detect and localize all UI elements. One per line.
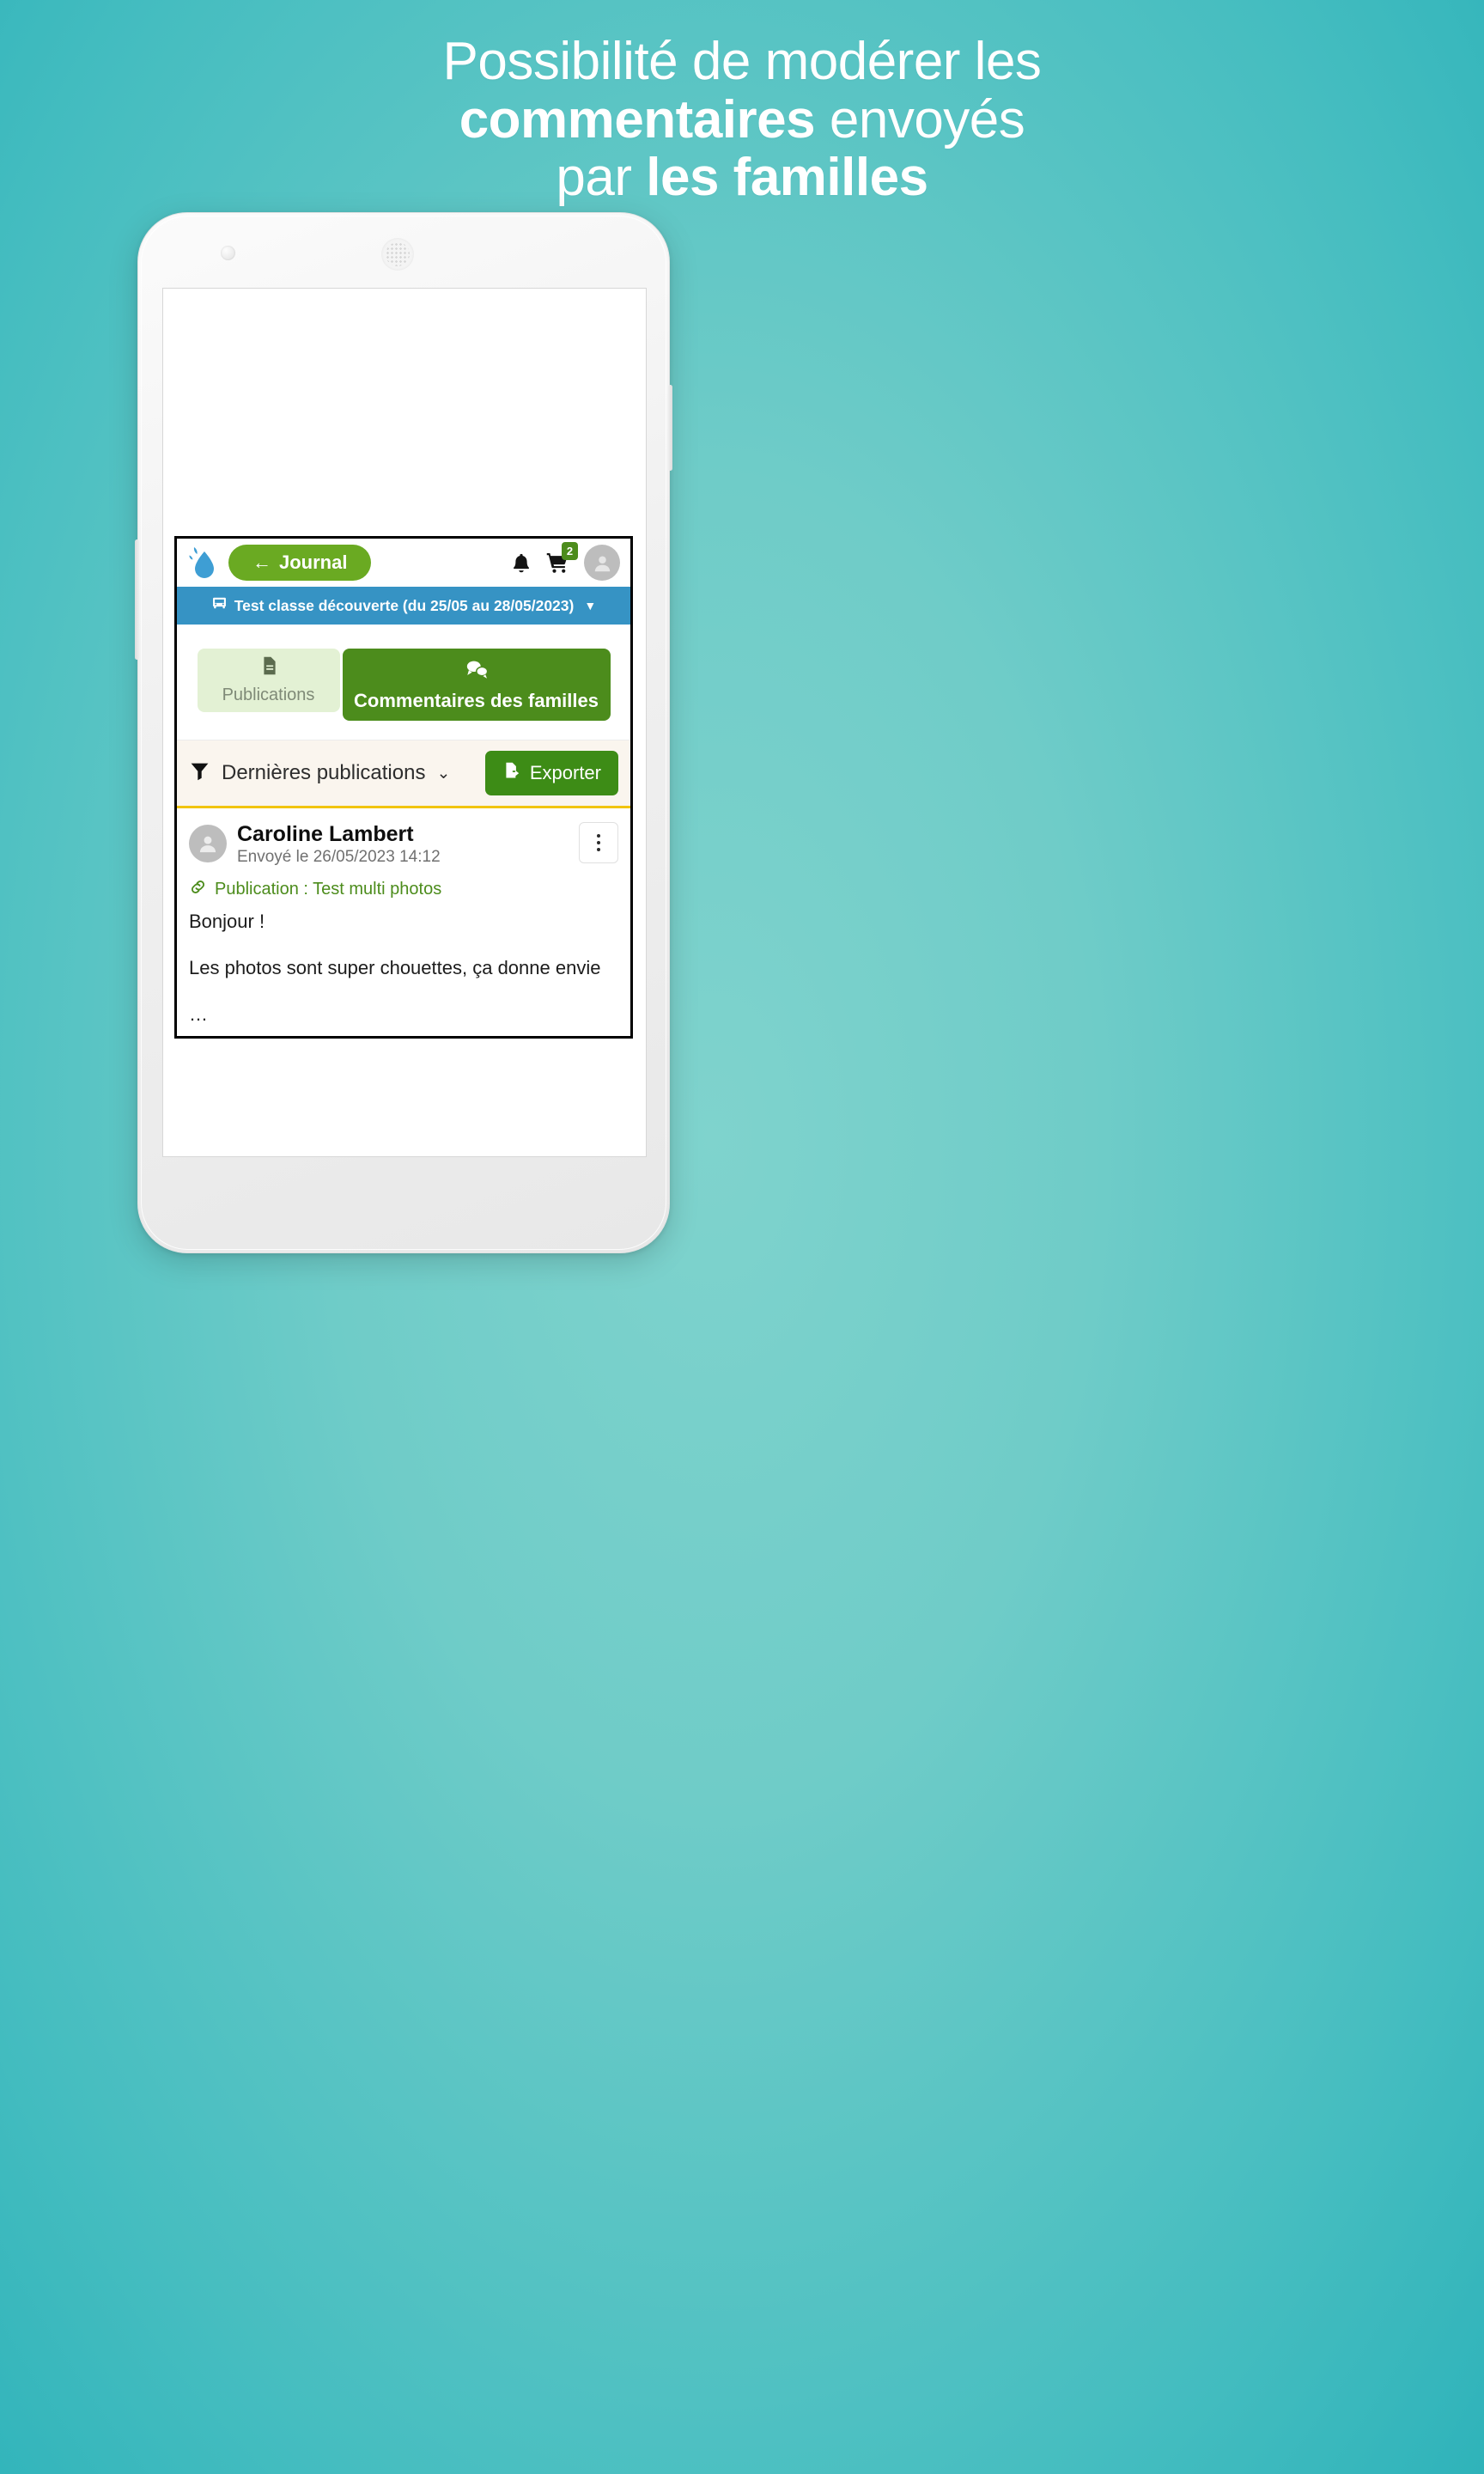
export-button-label: Exporter	[529, 762, 601, 783]
comment-card-header: Caroline Lambert Envoyé le 26/05/2023 14…	[189, 822, 618, 867]
phone-volume-button	[135, 539, 139, 660]
trip-selector-bar[interactable]: Test classe découverte (du 25/05 au 28/0…	[177, 587, 630, 625]
tab-publications[interactable]: Publications	[197, 649, 340, 712]
comment-paragraph: Les photos sont super chouettes, ça donn…	[189, 956, 601, 978]
headline-line-3: par les familles	[0, 149, 1484, 207]
tab-commentaires-label: Commentaires des familles	[354, 689, 599, 711]
page-title: Possibilité de modérer les commentaires …	[0, 33, 1484, 207]
tab-publications-label: Publications	[222, 686, 315, 704]
avatar[interactable]	[584, 545, 620, 581]
cart-badge-count: 2	[562, 542, 578, 560]
headline-line-1: Possibilité de modérer les	[0, 33, 1484, 91]
publication-link-label: Publication : Test multi photos	[215, 880, 442, 899]
back-arrow-icon: ←	[252, 551, 271, 573]
funnel-icon	[189, 760, 210, 786]
kebab-dot	[597, 834, 600, 838]
comment-paragraph: Bonjour !	[189, 911, 265, 932]
bell-icon[interactable]	[505, 551, 538, 574]
headline-bold-familles: les familles	[646, 148, 928, 208]
comment-paragraph: …	[189, 1002, 208, 1025]
chevron-down-icon: ▼	[584, 599, 597, 612]
bus-icon	[211, 595, 228, 616]
journal-back-button[interactable]: ← Journal	[228, 545, 372, 581]
comment-author-name: Caroline Lambert	[237, 822, 414, 846]
document-icon	[258, 655, 279, 681]
app-header: ← Journal 2	[177, 539, 630, 587]
kebab-menu-icon[interactable]	[579, 822, 618, 863]
trip-label: Test classe découverte (du 25/05 au 28/0…	[234, 596, 575, 614]
headline-line-2: commentaires envoyés	[0, 89, 1484, 149]
phone-mockup: ← Journal 2 Test classe découverte (du 2…	[135, 212, 672, 1253]
avatar	[189, 825, 227, 862]
chevron-down-icon: ⌄	[436, 764, 451, 783]
headline-line-1-text: Possibilité de modérer les	[442, 32, 1042, 91]
link-icon	[189, 878, 207, 901]
phone-power-button	[668, 385, 672, 471]
tabs-row: Publications Commentaires des familles	[177, 625, 630, 740]
comment-body: Bonjour ! Les photos sont super chouette…	[189, 908, 618, 1028]
front-camera-icon	[221, 246, 235, 260]
comment-author-block: Caroline Lambert Envoyé le 26/05/2023 14…	[237, 822, 569, 867]
headline-line-3-text: par	[556, 148, 647, 208]
kebab-dot	[597, 848, 600, 851]
earpiece-speaker-icon	[381, 238, 414, 271]
tab-commentaires-des-familles[interactable]: Commentaires des familles	[342, 649, 611, 721]
export-button[interactable]: Exporter	[484, 751, 618, 795]
publication-link[interactable]: Publication : Test multi photos	[189, 878, 618, 901]
export-file-icon	[502, 761, 522, 786]
comment-card: Caroline Lambert Envoyé le 26/05/2023 14…	[177, 806, 630, 1036]
comments-icon	[464, 658, 490, 686]
water-drop-logo	[186, 545, 220, 581]
phone-display-bezel: ← Journal 2 Test classe découverte (du 2…	[162, 288, 647, 1157]
headline-line-2-text: envoyés	[815, 89, 1025, 149]
kebab-dot	[597, 841, 600, 844]
app-screen: ← Journal 2 Test classe découverte (du 2…	[174, 536, 633, 1039]
sort-filter-dropdown[interactable]: Dernières publications ⌄	[189, 760, 450, 786]
filter-label: Dernières publications	[222, 761, 426, 784]
comment-sent-date: Envoyé le 26/05/2023 14:12	[237, 848, 441, 866]
journal-button-label: Journal	[279, 551, 348, 573]
filter-bar: Dernières publications ⌄ Exporter	[177, 740, 630, 806]
cart-icon[interactable]: 2	[538, 542, 578, 575]
headline-bold-commentaires: commentaires	[459, 89, 816, 149]
